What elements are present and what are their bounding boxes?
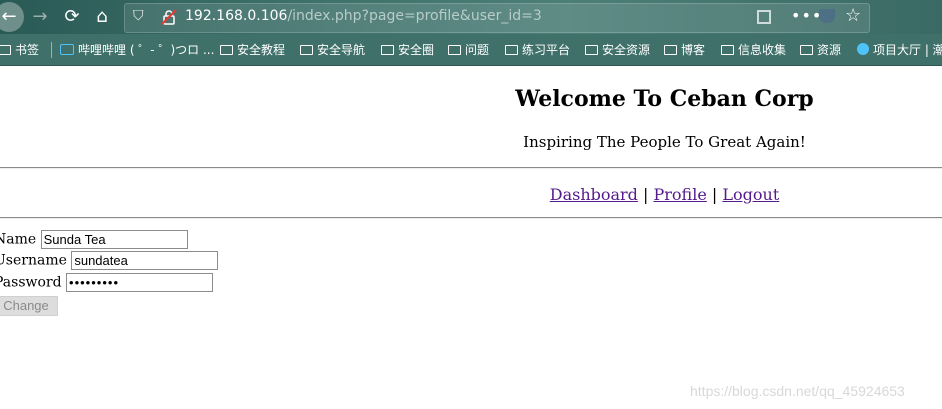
dashboard-link[interactable]: Dashboard	[550, 185, 638, 204]
folder-icon	[448, 45, 461, 55]
name-input[interactable]	[40, 230, 188, 249]
back-button[interactable]: ←	[0, 2, 24, 32]
bookmark-separator	[51, 42, 52, 58]
bookmark-item[interactable]: 资源	[800, 41, 841, 59]
bookmark-item[interactable]: 安全教程	[220, 41, 285, 59]
divider	[0, 167, 942, 169]
tracking-shield-icon[interactable]: ⛉	[133, 8, 149, 26]
browser-toolbar: ← → ⟳ ⌂ ⛉ 192.168.0.106/index.php?page=p…	[0, 0, 942, 34]
bookmark-item[interactable]: 哔哩哔哩 ( ゜- ゜)つロ ...	[60, 41, 214, 59]
bookmark-item[interactable]: 书签	[0, 41, 39, 59]
reload-button[interactable]: ⟳	[60, 5, 84, 29]
username-label: Username	[0, 252, 67, 269]
bookmark-star-icon[interactable]: ☆	[845, 5, 861, 26]
bookmark-item[interactable]: 信息收集	[721, 41, 786, 59]
username-row: Username	[0, 251, 219, 270]
nav-separator: |	[711, 185, 718, 204]
name-label: Name	[0, 231, 37, 248]
password-input[interactable]	[66, 273, 214, 292]
password-row: Password	[0, 273, 214, 292]
username-input[interactable]	[71, 251, 219, 270]
bookmark-item[interactable]: 博客	[664, 41, 705, 59]
bookmark-item[interactable]: 项目大厅 | 潮	[857, 41, 942, 59]
bookmarks-bar: 书签 哔哩哔哩 ( ゜- ゜)つロ ... 安全教程 安全导航 安全圈 问题 练…	[0, 34, 942, 66]
bookmark-item[interactable]: 安全圈	[381, 41, 434, 59]
name-row: Name	[0, 230, 188, 249]
page-title: Welcome To Ceban Corp	[515, 86, 814, 112]
change-button[interactable]: Change	[0, 296, 58, 316]
folder-icon	[220, 45, 233, 55]
qr-code-icon[interactable]	[757, 10, 771, 24]
folder-icon	[664, 45, 677, 55]
url-host: 192.168.0.106	[185, 8, 288, 24]
insecure-lock-icon[interactable]	[161, 9, 177, 25]
bookmark-item[interactable]: 问题	[448, 41, 489, 59]
pocket-icon[interactable]	[819, 9, 835, 23]
site-icon	[857, 43, 869, 55]
bookmark-item[interactable]: 安全导航	[300, 41, 365, 59]
url-text[interactable]: 192.168.0.106/index.php?page=profile&use…	[185, 8, 542, 24]
password-label: Password	[0, 274, 62, 291]
nav-separator: |	[643, 185, 649, 204]
site-nav: Dashboard | Profile | Logout	[0, 185, 942, 204]
folder-icon	[721, 45, 734, 55]
folder-icon	[800, 45, 813, 55]
more-options-icon[interactable]: •••	[791, 6, 822, 25]
watermark: https://blog.csdn.net/qq_45924653	[690, 383, 905, 399]
page-subtitle: Inspiring The People To Great Again!	[523, 133, 806, 151]
page-content: Welcome To Ceban Corp Inspiring The Peop…	[0, 66, 942, 409]
home-button[interactable]: ⌂	[90, 5, 114, 29]
address-bar[interactable]: ⛉ 192.168.0.106/index.php?page=profile&u…	[124, 3, 870, 33]
url-path: /index.php?page=profile&user_id=3	[287, 8, 542, 24]
logout-link[interactable]: Logout	[722, 185, 779, 204]
bookmark-item[interactable]: 安全资源	[585, 41, 650, 59]
folder-icon	[300, 45, 313, 55]
folder-icon	[505, 45, 518, 55]
divider	[0, 217, 942, 219]
folder-icon	[381, 45, 394, 55]
profile-link[interactable]: Profile	[654, 185, 707, 204]
folder-icon	[0, 45, 11, 55]
bilibili-icon	[60, 44, 74, 55]
bookmark-item[interactable]: 练习平台	[505, 41, 570, 59]
forward-button[interactable]: →	[28, 5, 52, 29]
folder-icon	[585, 45, 598, 55]
